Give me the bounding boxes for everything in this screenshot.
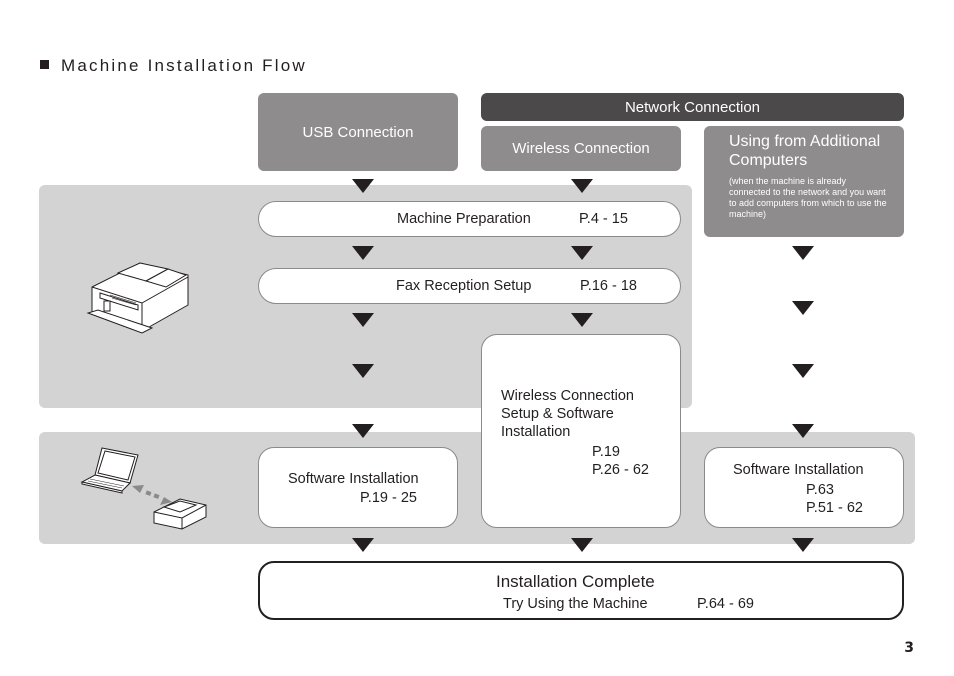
wireless-connection-header: Wireless Connection: [481, 126, 681, 171]
bullet-square-icon: [40, 60, 49, 69]
flow-arrow-icon: [571, 179, 593, 193]
usb-connection-header: USB Connection: [258, 93, 458, 171]
printer-illustration: [86, 262, 189, 334]
network-connection-header: Network Connection: [481, 93, 904, 121]
machine-preparation-step: Machine Preparation P.4 - 15: [258, 201, 681, 237]
flow-arrow-icon: [352, 538, 374, 552]
laptop-printer-connection-illustration: [80, 447, 207, 530]
flow-arrow-icon: [571, 538, 593, 552]
flow-arrow-icon: [352, 179, 374, 193]
flow-arrow-icon: [352, 424, 374, 438]
page-number: 3: [904, 640, 914, 656]
usb-software-installation-step: Software Installation P.19 - 25: [258, 447, 458, 528]
page-title: Machine Installation Flow: [40, 56, 307, 76]
additional-software-installation-step: Software Installation P.63 P.51 - 62: [704, 447, 904, 528]
flow-arrow-icon: [792, 424, 814, 438]
flow-arrow-icon: [571, 246, 593, 260]
installation-complete-step: Installation Complete Try Using the Mach…: [258, 561, 904, 620]
fax-reception-setup-step: Fax Reception Setup P.16 - 18: [258, 268, 681, 304]
flow-arrow-icon: [352, 364, 374, 378]
flow-arrow-icon: [352, 313, 374, 327]
additional-computers-header: Using from Additional Computers (when th…: [704, 126, 904, 237]
flow-arrow-icon: [352, 246, 374, 260]
flow-arrow-icon: [792, 301, 814, 315]
flow-arrow-icon: [571, 313, 593, 327]
flow-arrow-icon: [792, 246, 814, 260]
flow-arrow-icon: [792, 538, 814, 552]
wireless-setup-software-step: Wireless Connection Setup & Software Ins…: [481, 334, 681, 528]
flow-arrow-icon: [792, 364, 814, 378]
